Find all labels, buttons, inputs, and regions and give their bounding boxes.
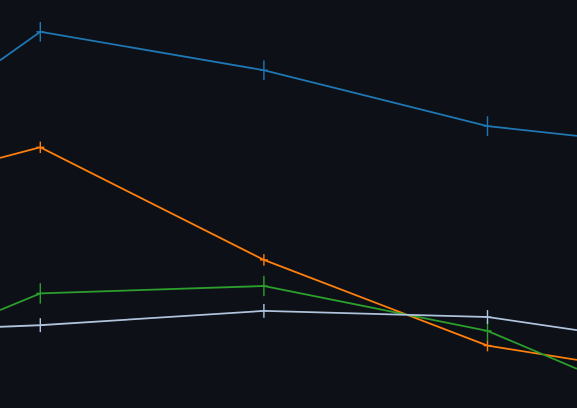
chart-plot-area — [0, 0, 577, 408]
chart — [0, 0, 577, 408]
